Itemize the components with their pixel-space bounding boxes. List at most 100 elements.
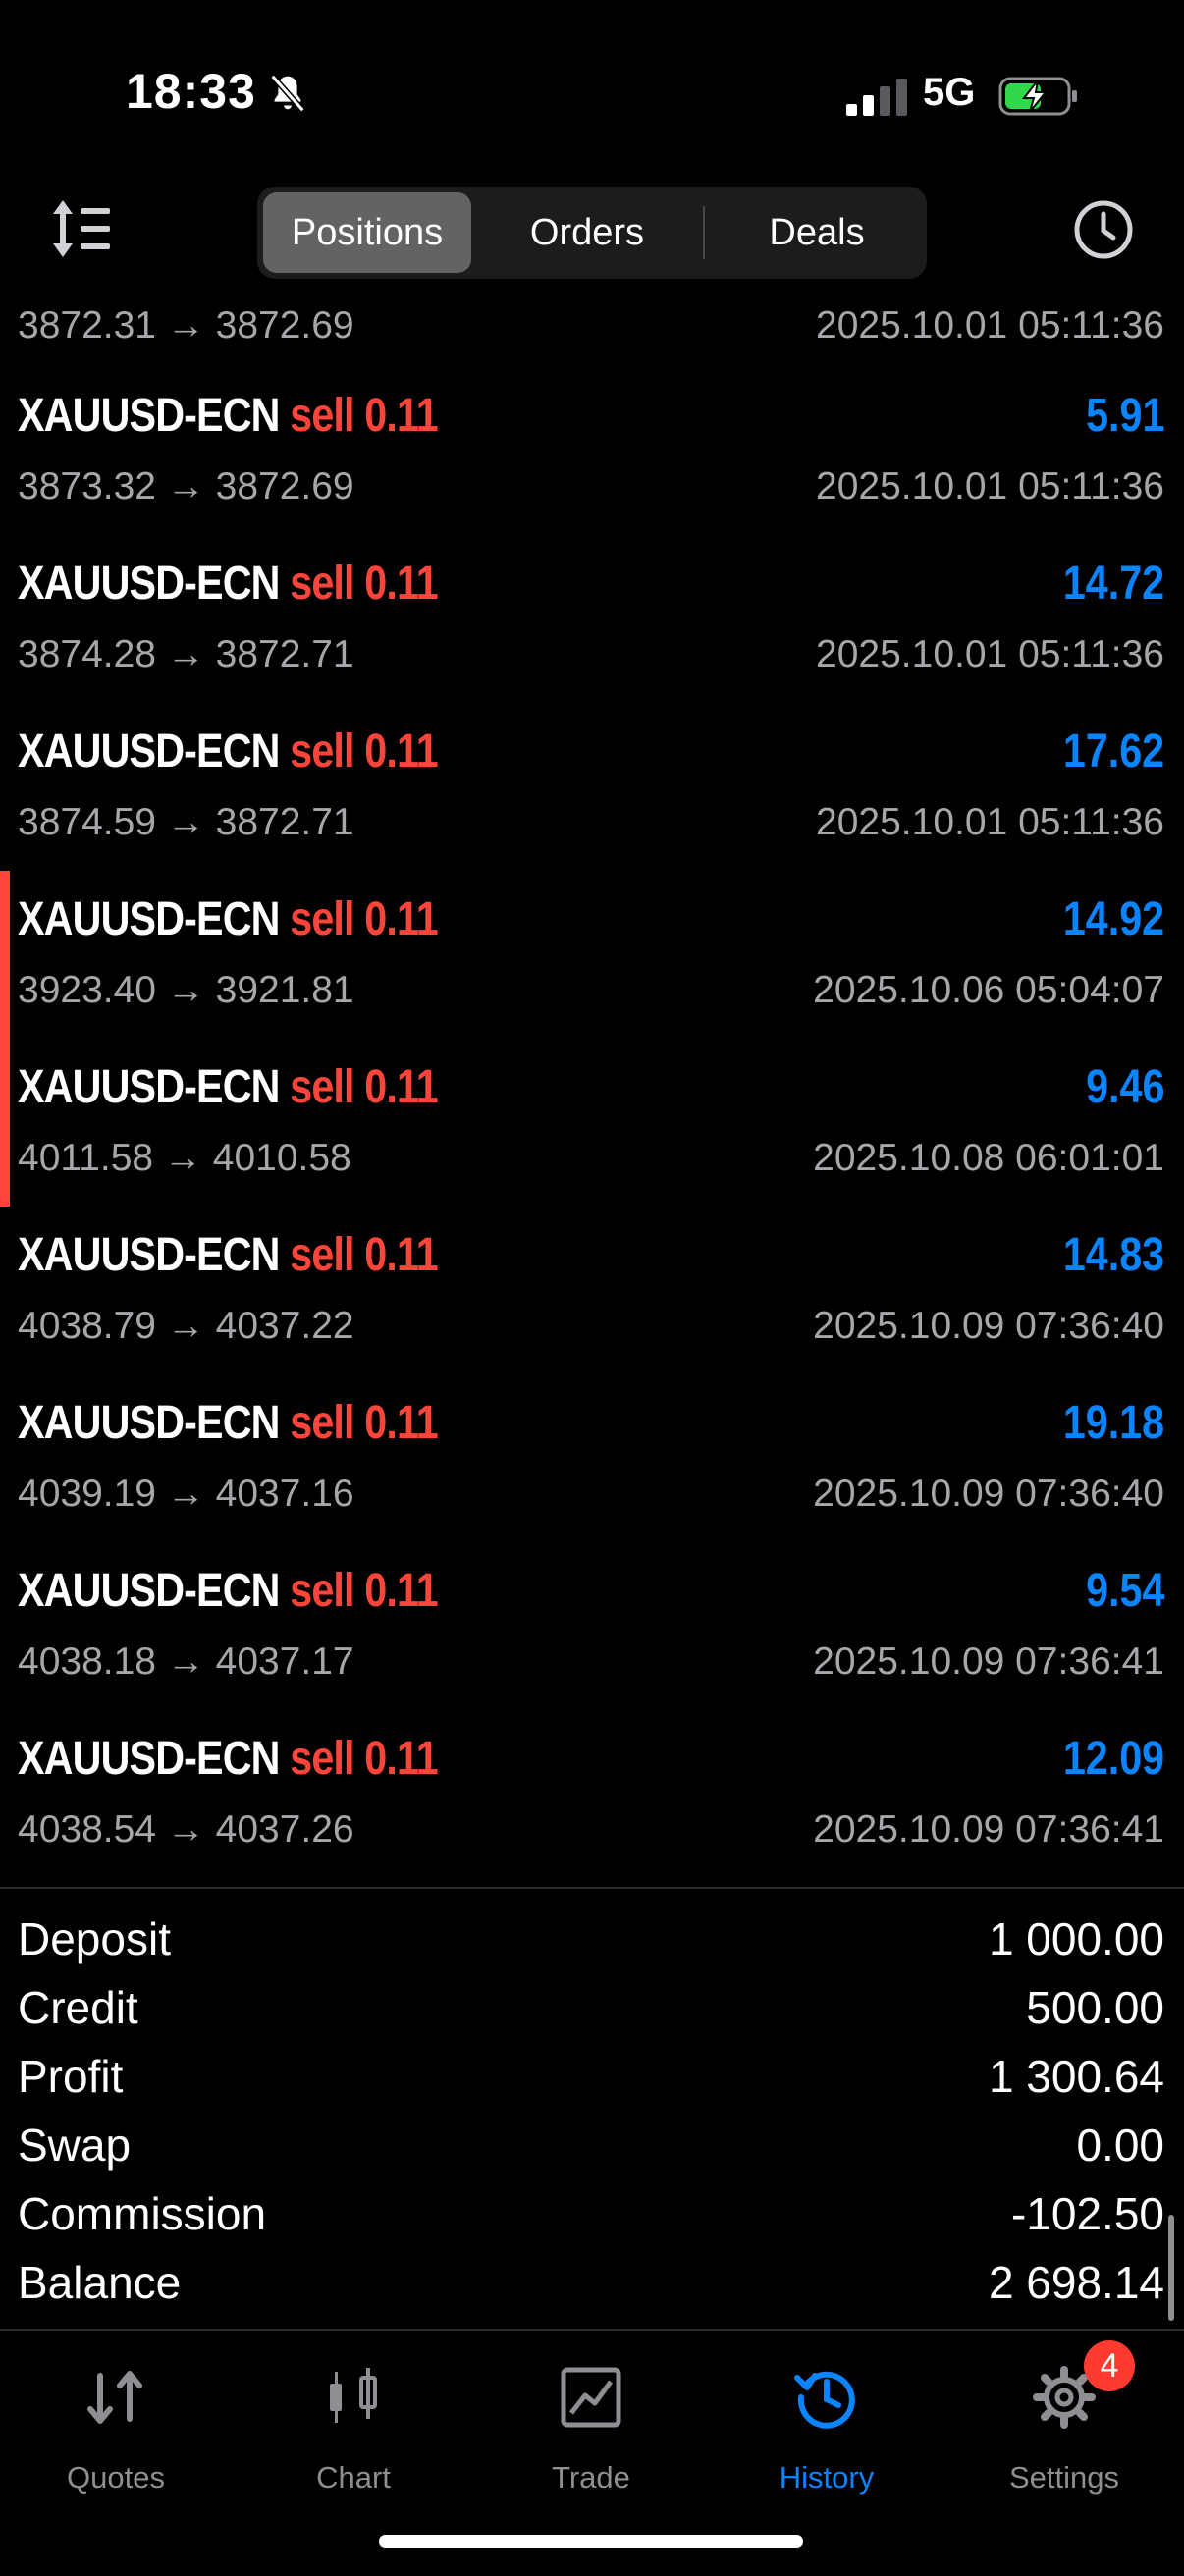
trade-side-volume: sell 0.11 <box>290 1061 439 1113</box>
tab-trade-label: Trade <box>552 2460 630 2495</box>
signal-icon <box>846 79 907 116</box>
summary-label: Swap <box>18 2120 132 2171</box>
tab-chart[interactable]: Chart <box>255 2350 452 2497</box>
position-row[interactable]: XAUUSD-ECN sell 0.11 17.62 3874.59 → 3872.… <box>0 703 1184 871</box>
position-datetime: 2025.10.01 05:11:36 <box>816 801 1164 843</box>
position-row[interactable]: XAUUSD-ECN sell 0.11 9.46 4011.58 → 4010.5… <box>0 1039 1184 1207</box>
position-prices: 4038.18 → 4037.17 <box>18 1640 354 1683</box>
bell-muted-icon <box>270 74 305 113</box>
position-prices: 4039.19 → 4037.16 <box>18 1473 354 1515</box>
positions-list[interactable]: 3872.31 → 3872.69 2025.10.01 05:11:36 XAUU… <box>0 295 1184 1885</box>
position-symbol: XAUUSD-ECN sell 0.11 <box>18 557 439 611</box>
symbol-name: XAUUSD-ECN <box>18 725 280 778</box>
position-prices: 3923.40 → 3921.81 <box>18 969 354 1011</box>
position-prices: 3874.59 → 3872.71 <box>18 801 354 843</box>
position-profit: 9.54 <box>1085 1565 1164 1617</box>
trade-side-volume: sell 0.11 <box>290 1733 439 1785</box>
tab-quotes[interactable]: Quotes <box>18 2350 214 2497</box>
trade-side-volume: sell 0.11 <box>290 1565 439 1617</box>
position-row[interactable]: XAUUSD-ECN sell 0.11 9.54 4038.18 → 4037.1… <box>0 1542 1184 1710</box>
position-marker <box>0 1039 10 1207</box>
position-row[interactable]: XAUUSD-ECN sell 0.11 14.92 3923.40 → 3921.… <box>0 871 1184 1039</box>
symbol-name: XAUUSD-ECN <box>18 1061 280 1113</box>
position-row[interactable]: XAUUSD-ECN sell 0.11 12.09 4038.54 → 4037.… <box>0 1710 1184 1878</box>
symbol-name: XAUUSD-ECN <box>18 1565 280 1617</box>
trade-side-volume: sell 0.11 <box>290 893 439 945</box>
scrollbar[interactable] <box>1168 2215 1174 2321</box>
sort-button[interactable] <box>49 194 114 263</box>
position-profit: 14.72 <box>1062 558 1164 610</box>
settings-notification-badge: 4 <box>1084 2340 1135 2391</box>
position-datetime: 2025.10.09 07:36:40 <box>813 1473 1164 1515</box>
trade-side-volume: sell 0.11 <box>290 1229 439 1281</box>
position-row[interactable]: XAUUSD-ECN sell 0.11 5.91 3873.32 → 3872.6… <box>0 367 1184 535</box>
position-symbol: XAUUSD-ECN sell 0.11 <box>18 1228 439 1282</box>
position-row[interactable]: 3872.31 → 3872.69 2025.10.01 05:11:36 <box>0 295 1184 367</box>
position-datetime: 2025.10.09 07:36:41 <box>813 1640 1164 1683</box>
trade-side-volume: sell 0.11 <box>290 558 439 610</box>
position-row[interactable]: XAUUSD-ECN sell 0.11 14.72 3874.28 → 3872.… <box>0 535 1184 703</box>
status-bar: 18:33 5G <box>0 0 1184 187</box>
summary-row-balance: Balance 2 698.14 <box>0 2248 1184 2317</box>
position-prices: 3872.31 → 3872.69 <box>18 304 354 347</box>
position-prices: 4038.54 → 4037.26 <box>18 1808 354 1851</box>
tab-settings-label: Settings <box>1008 2460 1119 2495</box>
position-profit: 9.46 <box>1085 1061 1164 1113</box>
positions-orders-deals-segmented-control: Positions Orders Deals <box>257 187 927 279</box>
symbol-name: XAUUSD-ECN <box>18 390 280 442</box>
position-marker <box>0 871 10 1039</box>
position-datetime: 2025.10.09 07:36:40 <box>813 1305 1164 1347</box>
chart-icon <box>330 2368 377 2423</box>
position-profit: 14.83 <box>1062 1229 1164 1281</box>
quotes-icon <box>87 2371 142 2424</box>
summary-row-swap: Swap 0.00 <box>0 2111 1184 2179</box>
position-prices: 4011.58 → 4010.58 <box>18 1137 351 1179</box>
position-prices: 3873.32 → 3872.69 <box>18 465 354 508</box>
summary-row-deposit: Deposit 1 000.00 <box>0 1905 1184 1973</box>
position-symbol: XAUUSD-ECN sell 0.11 <box>18 389 439 443</box>
summary-value: 2 698.14 <box>988 2257 1164 2308</box>
tab-history-label: History <box>779 2460 875 2495</box>
position-datetime: 2025.10.06 05:04:07 <box>813 969 1164 1011</box>
tab-orders[interactable]: Orders <box>483 192 691 273</box>
position-datetime: 2025.10.01 05:11:36 <box>816 465 1164 508</box>
summary-value: -102.50 <box>1010 2188 1164 2239</box>
position-profit: 5.91 <box>1085 390 1164 442</box>
symbol-name: XAUUSD-ECN <box>18 893 280 945</box>
position-symbol: XAUUSD-ECN sell 0.11 <box>18 724 439 778</box>
position-profit: 19.18 <box>1062 1397 1164 1449</box>
summary-label: Credit <box>18 1982 138 2033</box>
account-summary: Deposit 1 000.00 Credit 500.00 Profit 1 30… <box>0 1905 1184 2317</box>
tab-trade[interactable]: Trade <box>493 2350 689 2497</box>
position-symbol: XAUUSD-ECN sell 0.11 <box>18 1732 439 1786</box>
tab-deals[interactable]: Deals <box>713 192 921 273</box>
position-symbol: XAUUSD-ECN sell 0.11 <box>18 892 439 946</box>
position-row[interactable]: XAUUSD-ECN sell 0.11 19.18 4039.19 → 4037.… <box>0 1374 1184 1542</box>
position-symbol: XAUUSD-ECN sell 0.11 <box>18 1060 439 1114</box>
status-time: 18:33 <box>126 64 256 119</box>
summary-row-credit: Credit 500.00 <box>0 1973 1184 2042</box>
summary-value: 1 300.64 <box>988 2051 1164 2102</box>
tab-positions[interactable]: Positions <box>263 192 471 273</box>
trade-side-volume: sell 0.11 <box>290 390 439 442</box>
tab-history[interactable]: History <box>728 2350 925 2497</box>
summary-value: 1 000.00 <box>988 1913 1164 1964</box>
symbol-name: XAUUSD-ECN <box>18 1397 280 1449</box>
position-profit: 17.62 <box>1062 725 1164 778</box>
position-row[interactable]: XAUUSD-ECN sell 0.11 14.83 4038.79 → 4037.… <box>0 1207 1184 1374</box>
home-indicator[interactable] <box>379 2535 803 2548</box>
position-datetime: 2025.10.01 05:11:36 <box>816 304 1164 347</box>
summary-row-commission: Commission -102.50 <box>0 2179 1184 2248</box>
position-profit: 12.09 <box>1062 1733 1164 1785</box>
summary-label: Profit <box>18 2051 124 2102</box>
position-datetime: 2025.10.01 05:11:36 <box>816 633 1164 675</box>
summary-value: 0.00 <box>1076 2120 1164 2171</box>
clock-icon[interactable] <box>1072 198 1135 261</box>
position-symbol: XAUUSD-ECN sell 0.11 <box>18 1564 439 1618</box>
summary-row-profit: Profit 1 300.64 <box>0 2042 1184 2111</box>
segment-divider <box>703 206 705 259</box>
symbol-name: XAUUSD-ECN <box>18 558 280 610</box>
battery-icon <box>998 77 1077 116</box>
summary-label: Deposit <box>18 1913 171 1964</box>
list-summary-divider <box>0 1887 1184 1889</box>
